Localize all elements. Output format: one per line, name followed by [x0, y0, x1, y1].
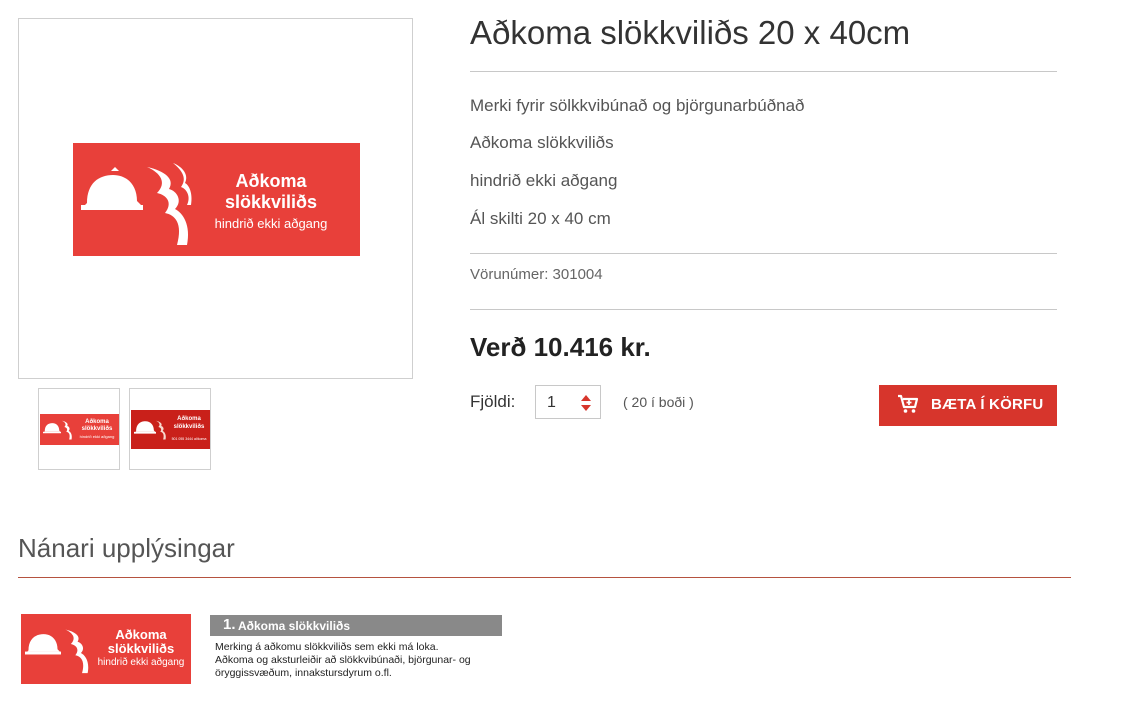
cart-icon — [898, 394, 919, 413]
sign-line-1: Aðkoma — [115, 627, 167, 642]
fire-helmet-icon — [25, 634, 61, 655]
stock-availability: ( 20 í boði ) — [623, 394, 694, 410]
product-main-image[interactable]: Aðkoma slökkviliðs hindrið ekki aðgang — [18, 18, 413, 379]
description-line: Merki fyrir sölkkvibúnað og björgunarbúð… — [470, 96, 805, 115]
flame-icon — [155, 420, 166, 440]
thumb-line-1: Aðkoma — [177, 416, 201, 422]
thumb-line-2: slökkviliðs — [81, 426, 113, 432]
thumb-line-3: 501 055 3444 aðkoma — [171, 437, 207, 441]
divider — [470, 253, 1057, 254]
info-line: Aðkoma og aksturleiðir að slökkvibúnaði,… — [215, 654, 471, 666]
quantity-label: Fjöldi: — [470, 392, 516, 411]
sign-image: Aðkoma slökkviliðs hindrið ekki aðgang — [73, 143, 360, 256]
sign-line-2: slökkviliðs — [224, 192, 318, 212]
description-line: Ál skilti 20 x 40 cm — [470, 209, 611, 228]
details-heading: Nánari upplýsingar — [18, 533, 235, 563]
thumbnail-1[interactable]: Aðkoma slökkviliðs hindrið ekki aðgang — [38, 388, 120, 470]
fire-helmet-icon — [81, 167, 143, 210]
description-line: Aðkoma slökkviliðs — [470, 133, 614, 152]
sign-line-3: hindrið ekki aðgang — [214, 216, 328, 231]
info-header: 1. Aðkoma slökkviliðs — [210, 615, 502, 636]
flame-icon — [61, 420, 72, 440]
info-title: Aðkoma slökkviliðs — [238, 619, 351, 633]
stepper-arrows-icon[interactable] — [580, 393, 592, 413]
add-to-cart-button[interactable]: BÆTA Í KÖRFU — [879, 385, 1057, 426]
thumb-line-3: hindrið ekki aðgang — [79, 434, 115, 439]
info-line: Merking á aðkomu slökkviliðs sem ekki má… — [215, 641, 439, 653]
sign-line-2: slökkviliðs — [107, 641, 175, 656]
divider — [470, 309, 1057, 310]
fire-helmet-icon — [43, 423, 61, 434]
detail-sign-image: Aðkoma slökkviliðs hindrið ekki aðgang — [21, 614, 191, 684]
description-line: hindrið ekki aðgang — [470, 171, 618, 190]
product-sku: Vörunúmer: 301004 — [470, 266, 603, 283]
divider — [470, 71, 1057, 72]
info-text: Merking á aðkomu slökkviliðs sem ekki má… — [215, 641, 505, 680]
thumbnail-sign: Aðkoma slökkviliðs 501 055 3444 aðkoma — [131, 410, 210, 449]
add-to-cart-label: BÆTA Í KÖRFU — [931, 396, 1044, 413]
thumbnail-2[interactable]: Aðkoma slökkviliðs 501 055 3444 aðkoma — [129, 388, 211, 470]
quantity-value: 1 — [547, 394, 556, 411]
flame-icon — [147, 163, 192, 245]
thumb-line-1: Aðkoma — [85, 419, 109, 425]
fire-helmet-icon — [134, 421, 156, 434]
info-line: öryggissvæðum, innakstursdyrum o.fl. — [215, 667, 392, 679]
thumbnail-sign: Aðkoma slökkviliðs hindrið ekki aðgang — [40, 414, 119, 445]
product-price: Verð 10.416 kr. — [470, 332, 651, 362]
info-number: 1. — [223, 616, 236, 633]
quantity-stepper[interactable]: 1 — [535, 385, 601, 419]
sign-line-1: Aðkoma — [235, 171, 307, 191]
thumb-line-2: slökkviliðs — [173, 424, 205, 430]
section-divider — [18, 577, 1071, 578]
product-title: Aðkoma slökkviliðs 20 x 40cm — [470, 14, 911, 51]
sign-line-3: hindrið ekki aðgang — [97, 657, 185, 668]
flame-icon — [65, 629, 89, 674]
